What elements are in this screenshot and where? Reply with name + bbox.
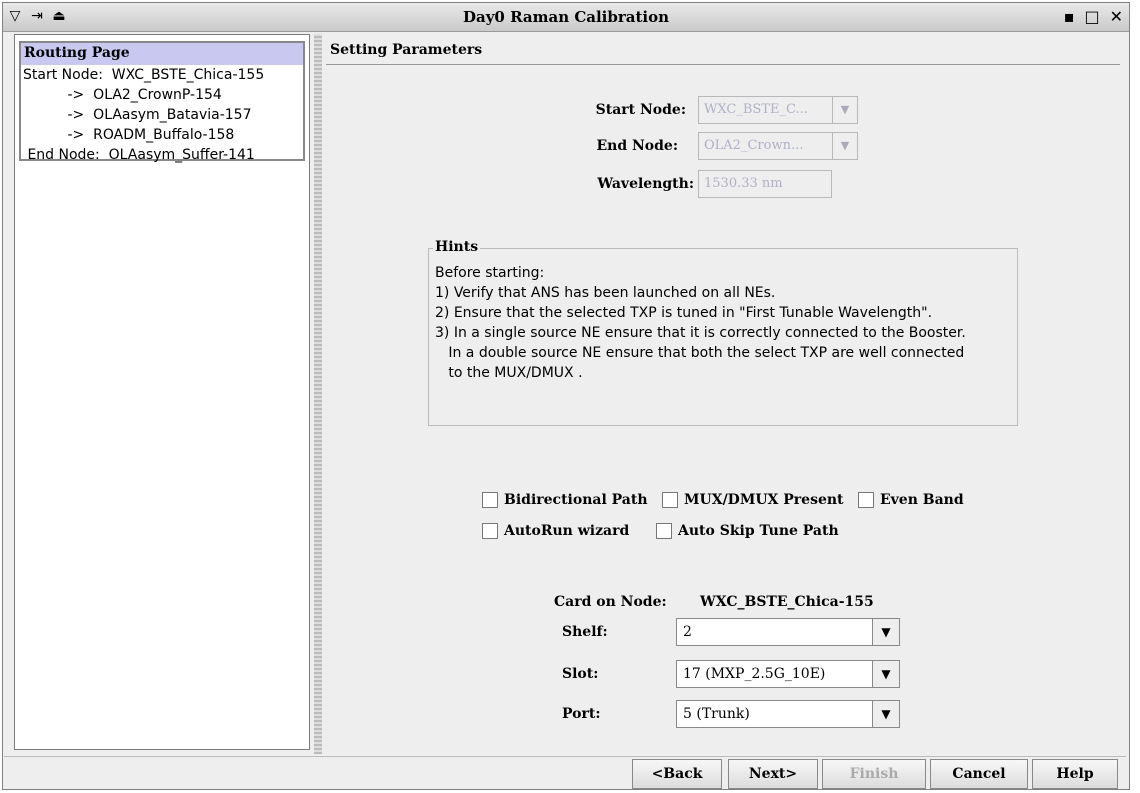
shelf-value: 2 bbox=[683, 624, 692, 640]
route-start-node: Start Node: WXC_BSTE_Chica-155 bbox=[23, 67, 265, 83]
auto-skip-label: Auto Skip Tune Path bbox=[678, 523, 839, 539]
checkbox-box[interactable] bbox=[482, 523, 498, 539]
hints-panel: Hints Before starting: 1) Verify that AN… bbox=[428, 239, 1018, 426]
mux-dmux-label: MUX/DMUX Present bbox=[684, 492, 844, 508]
port-value: 5 (Trunk) bbox=[683, 706, 750, 722]
start-node-label: Start Node: bbox=[595, 102, 686, 118]
autorun-checkbox[interactable]: AutoRun wizard bbox=[482, 523, 629, 539]
end-node-select[interactable]: OLA2_Crown... ▼ bbox=[698, 132, 858, 160]
slot-label: Slot: bbox=[562, 666, 599, 682]
back-button[interactable]: <Back bbox=[632, 759, 722, 789]
autorun-label: AutoRun wizard bbox=[504, 523, 630, 539]
routing-pane: Routing Page Start Node: WXC_BSTE_Chica-… bbox=[14, 34, 310, 750]
port-label: Port: bbox=[562, 706, 601, 722]
route-end-node: End Node: OLAasym_Suffer-141 bbox=[23, 147, 255, 163]
hints-text: Before starting: 1) Verify that ANS has … bbox=[435, 265, 966, 381]
route-hop: -> OLAasym_Batavia-157 bbox=[23, 107, 252, 123]
route-hop: -> ROADM_Buffalo-158 bbox=[23, 127, 235, 143]
window-title: Day0 Raman Calibration bbox=[462, 8, 670, 26]
hints-title: Hints bbox=[433, 239, 481, 255]
chevron-down-icon[interactable]: ▼ bbox=[832, 133, 857, 159]
settings-title: Setting Parameters bbox=[330, 42, 483, 58]
settings-pane: Setting Parameters Start Node: WXC_BSTE_… bbox=[326, 34, 1120, 752]
wavelength-value: 1530.33 nm bbox=[704, 176, 783, 191]
checkbox-box[interactable] bbox=[656, 523, 672, 539]
chevron-down-icon[interactable]: ▼ bbox=[872, 661, 899, 687]
pane-splitter[interactable] bbox=[314, 34, 322, 754]
button-bar: <Back Next> Finish Cancel Help bbox=[4, 756, 1126, 789]
mux-dmux-checkbox[interactable]: MUX/DMUX Present bbox=[662, 492, 844, 508]
card-node-value: WXC_BSTE_Chica-155 bbox=[700, 594, 874, 610]
route-hop: -> OLA2_CrownP-154 bbox=[23, 87, 222, 103]
help-button[interactable]: Help bbox=[1032, 759, 1118, 789]
routing-heading[interactable]: Routing Page bbox=[21, 43, 303, 65]
settings-divider bbox=[326, 64, 1120, 65]
checkbox-box[interactable] bbox=[858, 492, 874, 508]
shelf-select[interactable]: 2 ▼ bbox=[676, 618, 900, 646]
maximize-icon[interactable]: □ bbox=[1084, 7, 1099, 26]
end-node-label: End Node: bbox=[596, 138, 678, 154]
chevron-down-icon[interactable]: ▼ bbox=[832, 97, 857, 123]
checkbox-box[interactable] bbox=[662, 492, 678, 508]
routing-box: Routing Page Start Node: WXC_BSTE_Chica-… bbox=[19, 41, 305, 163]
chevron-down-icon[interactable]: ▼ bbox=[872, 619, 899, 645]
title-bar: ▽ ⇥ ⏏ Day0 Raman Calibration ▪ □ ✕ bbox=[3, 3, 1129, 32]
wavelength-field: 1530.33 nm bbox=[698, 170, 832, 198]
auto-skip-checkbox[interactable]: Auto Skip Tune Path bbox=[656, 523, 839, 539]
card-on-node-label: Card on Node: bbox=[554, 594, 667, 610]
slot-value: 17 (MXP_2.5G_10E) bbox=[683, 666, 826, 682]
wavelength-label: Wavelength: bbox=[597, 176, 694, 192]
end-node-value: OLA2_Crown... bbox=[704, 138, 804, 153]
start-node-select[interactable]: WXC_BSTE_C... ▼ bbox=[698, 96, 858, 124]
shelf-label: Shelf: bbox=[562, 624, 608, 640]
close-icon[interactable]: ✕ bbox=[1110, 7, 1123, 26]
even-band-checkbox[interactable]: Even Band bbox=[858, 492, 964, 508]
finish-button[interactable]: Finish bbox=[822, 759, 926, 789]
cancel-button[interactable]: Cancel bbox=[930, 759, 1028, 789]
even-band-label: Even Band bbox=[880, 492, 964, 508]
minimize-icon[interactable]: ▪ bbox=[1064, 7, 1075, 26]
checkbox-box[interactable] bbox=[482, 492, 498, 508]
start-node-value: WXC_BSTE_C... bbox=[704, 102, 808, 117]
chevron-down-icon[interactable]: ▼ bbox=[872, 701, 899, 727]
next-button[interactable]: Next> bbox=[728, 759, 818, 789]
port-select[interactable]: 5 (Trunk) ▼ bbox=[676, 700, 900, 728]
bidirectional-checkbox[interactable]: Bidirectional Path bbox=[482, 492, 648, 508]
bidirectional-label: Bidirectional Path bbox=[504, 492, 648, 508]
slot-select[interactable]: 17 (MXP_2.5G_10E) ▼ bbox=[676, 660, 900, 688]
